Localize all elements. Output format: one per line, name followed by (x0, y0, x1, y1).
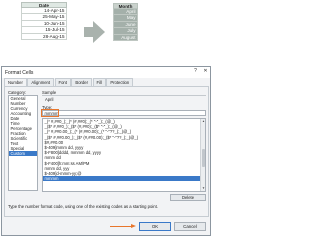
type-input[interactable]: mmmm (42, 110, 206, 116)
format-cells-dialog: Format Cells ? ✕ Number Alignment Font B… (1, 66, 211, 236)
category-item-selected[interactable]: Custom (9, 151, 37, 156)
tab-protection[interactable]: Protection (106, 78, 134, 86)
help-icon[interactable]: ? (192, 68, 199, 75)
number-tab-panel: Category: General Number Currency Accoun… (4, 86, 209, 217)
tab-alignment[interactable]: Alignment (27, 78, 55, 86)
scroll-down-icon[interactable]: ▼ (201, 186, 205, 191)
tab-font[interactable]: Font (54, 78, 71, 86)
right-arrow-head-icon (93, 21, 105, 43)
format-code-list[interactable]: _(* #,##0_);_(* (#,##0);_(* "-"_);_(@_) … (42, 118, 206, 192)
sample-value: April (42, 95, 206, 102)
right-arrow-icon (84, 27, 93, 37)
ok-pointer-arrow-icon (110, 226, 132, 228)
dialog-titlebar[interactable]: Format Cells ? ✕ (2, 67, 210, 78)
type-highlight-box (41, 109, 59, 117)
month-table: Month April May June July August (113, 3, 138, 41)
month-cell[interactable]: August (113, 34, 138, 41)
hint-text: Type the number format code, using one o… (8, 204, 158, 209)
tab-border[interactable]: Border (71, 78, 92, 86)
scroll-up-icon[interactable]: ▲ (201, 119, 205, 124)
format-list-scrollbar[interactable]: ▲ ▼ (200, 119, 205, 191)
dialog-title: Format Cells (5, 69, 34, 76)
date-cell[interactable]: 28-Aug-15 (21, 33, 67, 40)
scroll-thumb[interactable] (201, 149, 205, 167)
date-table: Date 14-Apr-15 25-May-15 10-Jun-15 15-Ju… (21, 2, 67, 40)
spreadsheet-area: Date 14-Apr-15 25-May-15 10-Jun-15 15-Ju… (0, 0, 212, 60)
format-code-item-selected[interactable]: mmmm (43, 176, 205, 182)
cancel-button[interactable]: Cancel (174, 222, 206, 231)
delete-button[interactable]: Delete (170, 194, 206, 201)
ok-pointer-arrow-head-icon (131, 224, 136, 228)
ok-button[interactable]: OK (139, 222, 171, 231)
close-icon[interactable]: ✕ (202, 68, 209, 75)
category-list[interactable]: General Number Currency Accounting Date … (8, 95, 38, 191)
dialog-tabs: Number Alignment Font Border Fill Protec… (4, 78, 134, 86)
tab-number[interactable]: Number (4, 78, 27, 86)
tab-fill[interactable]: Fill (92, 78, 106, 86)
